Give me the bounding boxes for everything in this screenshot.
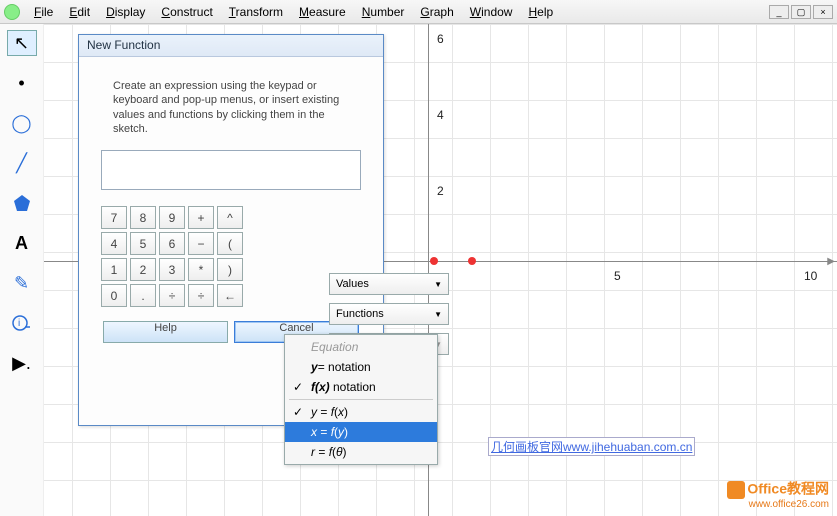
key-9[interactable]: 9 <box>159 206 185 229</box>
y-tick-label: 2 <box>437 184 444 198</box>
y-tick-label: 6 <box>437 32 444 46</box>
key-5[interactable]: 5 <box>130 232 156 255</box>
eq-x-fy[interactable]: x = f(y) <box>285 422 437 442</box>
key-2[interactable]: 2 <box>130 258 156 281</box>
keypad: 7 8 9 + ^ 4 5 6 − ( 1 2 3 * ) 0 . ÷ ÷ ← <box>101 206 361 307</box>
window-close-icon[interactable]: × <box>813 5 833 19</box>
key-neg[interactable]: ÷ <box>159 284 185 307</box>
window-min-icon[interactable]: _ <box>769 5 789 19</box>
y-tick-label: 4 <box>437 108 444 122</box>
custom-tool[interactable]: ▶. <box>7 350 37 376</box>
eq-y-fx[interactable]: y = f(x) <box>285 402 437 422</box>
menu-graph[interactable]: Graph <box>412 3 461 21</box>
key-rparen[interactable]: ) <box>217 258 243 281</box>
key-caret[interactable]: ^ <box>217 206 243 229</box>
key-div[interactable]: ÷ <box>188 284 214 307</box>
menu-bar: File Edit Display Construct Transform Me… <box>0 0 837 24</box>
equation-submenu: Equation y= notation f(x) notation y = f… <box>284 334 438 465</box>
info-tool[interactable]: i <box>7 310 37 336</box>
key-7[interactable]: 7 <box>101 206 127 229</box>
menu-number[interactable]: Number <box>354 3 413 21</box>
eq-r-ftheta[interactable]: r = f(θ) <box>285 442 437 462</box>
menu-separator <box>289 399 433 400</box>
key-6[interactable]: 6 <box>159 232 185 255</box>
key-8[interactable]: 8 <box>130 206 156 229</box>
dialog-title: New Function <box>79 35 383 57</box>
menu-construct[interactable]: Construct <box>153 3 220 21</box>
expression-input[interactable] <box>101 150 361 190</box>
polygon-tool[interactable] <box>7 190 37 216</box>
notation-fx[interactable]: f(x) notation <box>285 377 437 397</box>
key-back[interactable]: ← <box>217 284 243 307</box>
axis-arrow-icon: ▶ <box>827 256 835 267</box>
window-max-icon[interactable]: ▢ <box>791 5 811 19</box>
marker-tool[interactable]: ✎ <box>7 270 37 296</box>
app-icon <box>4 4 20 20</box>
values-dropdown[interactable]: Values▼ <box>329 273 449 295</box>
chevron-down-icon: ▼ <box>434 280 442 289</box>
key-0[interactable]: 0 <box>101 284 127 307</box>
help-button[interactable]: Help <box>103 321 228 343</box>
key-1[interactable]: 1 <box>101 258 127 281</box>
menu-display[interactable]: Display <box>98 3 153 21</box>
point-tool[interactable]: • <box>7 70 37 96</box>
menu-window[interactable]: Window <box>462 3 521 21</box>
dialog-instructions: Create an expression using the keypad or… <box>113 79 349 136</box>
watermark-brand: Office教程网 www.office26.com <box>727 481 829 510</box>
notation-y[interactable]: y= notation <box>285 357 437 377</box>
key-times[interactable]: * <box>188 258 214 281</box>
menu-file[interactable]: File <box>26 3 61 21</box>
functions-dropdown[interactable]: Functions▼ <box>329 303 449 325</box>
menu-edit[interactable]: Edit <box>61 3 98 21</box>
menu-help[interactable]: Help <box>520 3 561 21</box>
svg-text:i: i <box>18 318 20 329</box>
key-4[interactable]: 4 <box>101 232 127 255</box>
key-minus[interactable]: − <box>188 232 214 255</box>
key-plus[interactable]: + <box>188 206 214 229</box>
key-lparen[interactable]: ( <box>217 232 243 255</box>
key-3[interactable]: 3 <box>159 258 185 281</box>
menu-transform[interactable]: Transform <box>221 3 291 21</box>
arrow-tool[interactable]: ↖ <box>7 30 37 56</box>
brand-icon <box>727 481 745 499</box>
circle-tool[interactable]: ◯ <box>7 110 37 136</box>
menu-measure[interactable]: Measure <box>291 3 354 21</box>
unit-point[interactable] <box>468 257 476 265</box>
chevron-down-icon: ▼ <box>434 310 442 319</box>
text-tool[interactable]: A <box>7 230 37 256</box>
line-tool[interactable]: ╱ <box>7 150 37 176</box>
key-dot[interactable]: . <box>130 284 156 307</box>
watermark-link: 几何画板官网www.jihehuaban.com.cn <box>488 437 695 456</box>
x-tick-label: 5 <box>614 269 621 283</box>
origin-point[interactable] <box>430 257 438 265</box>
x-tick-label: 10 <box>804 269 817 283</box>
submenu-header: Equation <box>285 337 437 357</box>
tool-palette: ↖ • ◯ ╱ A ✎ i ▶. <box>0 24 44 516</box>
